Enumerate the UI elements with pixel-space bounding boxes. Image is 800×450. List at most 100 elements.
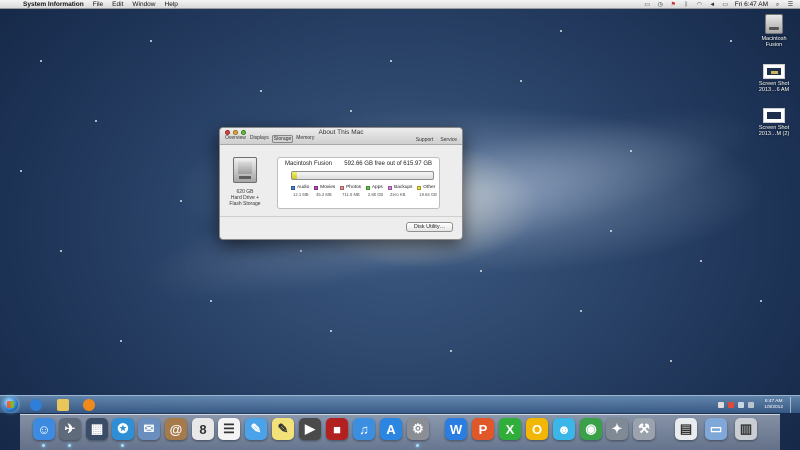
tab-bar: Overview Displays Storage Memory [224,135,315,143]
app-store-icon[interactable]: A [380,418,402,440]
utilities-icon[interactable]: ⚒ [633,418,655,440]
desktop-icon-screenshot-1[interactable]: Screen Shot 2013…6 AM [754,64,794,93]
calendar-icon[interactable]: 8 [192,418,214,440]
legend-label: Movies [320,185,336,190]
tab-displays[interactable]: Displays [249,135,270,143]
help-links: Support Service [416,137,457,143]
volume-panel: Macintosh Fusion 592.66 GB free out of 6… [277,157,440,209]
service-link[interactable]: Service [440,137,457,143]
legend-size: 2.88 GB [367,192,384,197]
menu-edit[interactable]: Edit [112,0,123,9]
legend-size: 12.1 MB [293,192,309,197]
facetime-icon[interactable]: ▶ [299,418,321,440]
documents-stack-icon[interactable]: ▤ [675,418,697,440]
word-icon[interactable]: W [445,418,467,440]
messenger-icon[interactable]: ☻ [553,418,575,440]
mission-control-icon[interactable]: ▦ [86,418,108,440]
trash-icon[interactable]: ▥ [735,418,757,440]
star [610,230,612,232]
satellite-icon[interactable]: ✦ [606,418,628,440]
outlook-icon[interactable]: O [526,418,548,440]
storage-pane: 620 GB Hard Drive + Flash Storage Macint… [220,145,462,232]
star [95,120,97,122]
storage-used-fill [292,172,298,179]
divider [220,216,462,217]
menu-file[interactable]: File [93,0,103,9]
volume-name: Macintosh Fusion [285,161,333,167]
legend-swatch [314,185,319,190]
tab-overview[interactable]: Overview [224,135,247,143]
file-explorer-icon[interactable] [57,399,69,411]
menu-help[interactable]: Help [165,0,178,9]
legend-item-photos: Photos 711.5 MB [340,185,361,197]
taskbar-date: 1/8/2012 [764,405,783,410]
support-link[interactable]: Support [416,137,434,143]
about-this-mac-window: About This Mac Overview Displays Storage… [219,127,463,240]
window-titlebar[interactable]: About This Mac Overview Displays Storage… [220,128,462,145]
app-menu[interactable]: System Information [23,0,84,9]
tray-notification-icon[interactable] [718,402,725,408]
tray-volume-icon[interactable] [748,402,755,408]
desktop-icon-label: Screen Shot 2013…M (2) [758,125,790,137]
running-indicator [416,444,419,447]
star [350,110,352,112]
photo-booth-icon[interactable]: ■ [326,418,348,440]
wifi-icon[interactable]: ◠ [696,2,703,8]
bluetooth-icon[interactable]: ᛒ [683,2,690,8]
disk-utility-button[interactable]: Disk Utility… [406,222,453,232]
time-machine-icon[interactable]: ◷ [657,2,664,8]
tray-flag-icon[interactable] [728,402,735,408]
safari-icon[interactable]: ✪ [112,418,134,440]
menu-window[interactable]: Window [132,0,155,9]
excel-icon[interactable]: X [499,418,521,440]
contacts-icon[interactable]: @ [165,418,187,440]
messages-icon[interactable]: ✎ [245,418,267,440]
start-button[interactable] [3,397,18,412]
powerpoint-icon[interactable]: P [472,418,494,440]
legend-size: Zero KB [390,192,406,197]
finder-icon[interactable]: ☺ [33,418,55,440]
legend-label: Backups [394,185,413,190]
desktop-icon-macintosh-fusion[interactable]: Macintosh Fusion [754,14,794,48]
remote-desktop-icon[interactable]: ◉ [580,418,602,440]
itunes-icon[interactable]: ♫ [353,418,375,440]
legend-swatch [365,185,370,190]
legend-swatch [417,185,422,190]
system-preferences-icon[interactable]: ⚙ [407,418,429,440]
reminders-icon[interactable]: ☰ [218,418,240,440]
storage-usage-bar [291,171,434,180]
downloads-folder-icon[interactable]: ▭ [705,418,727,440]
legend-swatch [388,185,393,190]
taskbar-clock[interactable]: 6:47 AM 1/8/2012 [764,399,783,411]
menu-bar: System Information File Edit Window Help… [0,0,800,9]
menubar-clock[interactable]: Fri 6:47 AM [735,0,768,9]
storage-legend: Audio 12.1 MB Movies 45.2 MB Photos 711.5 MB A… [291,185,437,197]
star [730,40,732,42]
battery-icon[interactable]: ▭ [722,2,729,8]
tab-memory[interactable]: Memory [295,135,315,143]
internet-explorer-icon[interactable] [30,399,42,411]
desktop-icon-screenshot-2[interactable]: Screen Shot 2013…M (2) [754,108,794,137]
notification-center-icon[interactable]: ☰ [787,2,794,8]
star [390,60,392,62]
notification-flag-icon[interactable]: ⚑ [670,2,677,8]
tray-network-icon[interactable] [738,402,745,408]
star [580,310,582,312]
show-desktop-button[interactable] [790,397,796,413]
legend-swatch [340,185,345,190]
notes-icon[interactable]: ✎ [272,418,294,440]
display-icon[interactable]: ▭ [644,2,651,8]
legend-label: Other [423,185,436,190]
desktop-icon-label: Macintosh Fusion [761,36,787,48]
hard-drive-icon [765,14,783,34]
legend-label: Photos [346,185,362,190]
spotlight-search-icon[interactable]: ⌕ [774,2,781,8]
tab-storage[interactable]: Storage [271,135,294,143]
volume-icon[interactable]: ◄ [709,2,716,8]
volume-free-space: 592.66 GB free out of 615.97 GB [344,161,432,167]
drive-type-line-2: Flash Storage [229,201,261,207]
launchpad-icon[interactable]: ✈ [59,418,81,440]
legend-size: 19.64 GB [419,192,437,197]
mail-icon[interactable]: ✉ [138,418,160,440]
media-player-icon[interactable] [83,399,95,411]
